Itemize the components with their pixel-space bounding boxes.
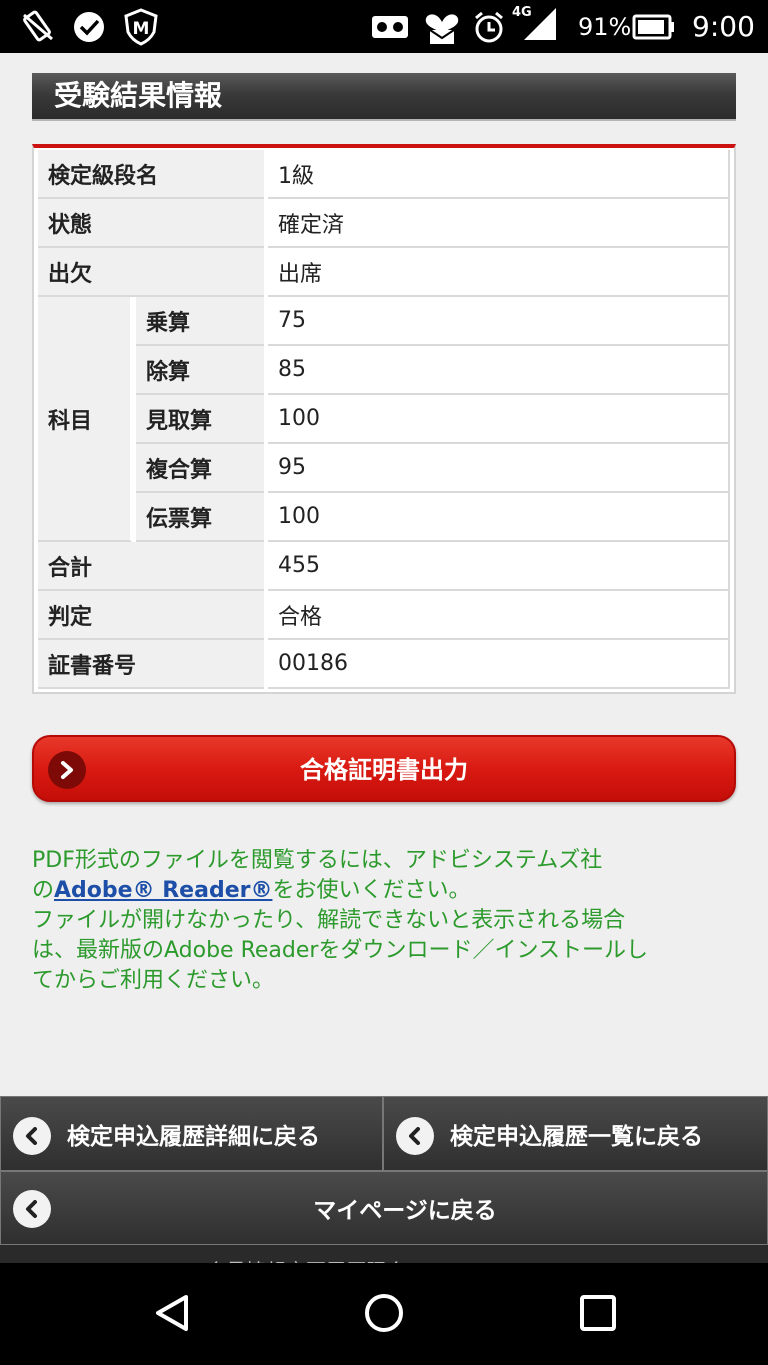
note-line-2-suffix: をお使いください。	[272, 878, 471, 903]
shield-m-icon: M	[122, 8, 160, 46]
signal-off-icon	[20, 8, 56, 46]
adobe-reader-note: PDF形式のファイルを閲覧するには、アドビシステムズ社 のAdobe® Read…	[32, 846, 738, 996]
subject-value-compound: 95	[268, 444, 730, 493]
subject-label-compound: 複合算	[136, 444, 264, 493]
recents-square-icon[interactable]	[576, 1291, 620, 1339]
row-label-attendance: 出欠	[38, 248, 264, 297]
subject-value-multiplication: 75	[268, 297, 730, 346]
back-to-list-button[interactable]: 検定申込履歴一覧に戻る	[383, 1096, 768, 1171]
subject-value-denpyo: 100	[268, 493, 730, 542]
note-line-1: PDF形式のファイルを閲覧するには、アドビシステムズ社	[32, 848, 603, 873]
back-to-mypage-button[interactable]: マイページに戻る	[0, 1171, 768, 1245]
heart-mail-icon	[422, 8, 462, 46]
battery-icon	[632, 8, 676, 46]
network-label: 4G	[512, 5, 532, 20]
subject-label-mitori: 見取算	[136, 395, 264, 444]
section-header: 受験結果情報	[32, 73, 736, 121]
row-value-status: 確定済	[268, 199, 730, 248]
row-label-grade: 検定級段名	[38, 150, 264, 199]
row-value-total: 455	[268, 542, 730, 591]
alarm-icon	[472, 8, 506, 46]
4g-signal-icon: 4G	[510, 4, 560, 42]
chevron-left-icon	[13, 1117, 51, 1155]
row-label-status: 状態	[38, 199, 264, 248]
subjects-label: 科目	[38, 297, 132, 542]
certificate-output-button[interactable]: 合格証明書出力	[32, 735, 736, 802]
note-line-2-prefix: の	[32, 878, 55, 903]
row-label-certificate-number: 証書番号	[38, 640, 264, 689]
row-value-attendance: 出席	[268, 248, 730, 297]
system-nav-bar	[0, 1263, 768, 1365]
cut-off-link-area: …会員情報変更履歴照会…	[0, 1245, 768, 1263]
note-line-3: ファイルが開けなかったり、解読できないと表示される場合	[32, 908, 626, 933]
note-line-5: てからご利用ください。	[32, 968, 275, 993]
check-circle-icon	[72, 8, 106, 46]
cut-off-link-text[interactable]: …会員情報変更履歴照会…	[186, 1255, 426, 1263]
clock: 9:00	[692, 10, 755, 43]
row-label-judgement: 判定	[38, 591, 264, 640]
row-value-grade: 1級	[268, 150, 730, 199]
status-bar: M 4G 91% 9:00	[0, 0, 768, 53]
subject-label-multiplication: 乗算	[136, 297, 264, 346]
subject-label-denpyo: 伝票算	[136, 493, 264, 542]
back-to-detail-label: 検定申込履歴詳細に戻る	[67, 1123, 320, 1150]
back-to-list-label: 検定申込履歴一覧に戻る	[450, 1123, 703, 1150]
home-circle-icon[interactable]	[362, 1291, 406, 1339]
page-title: 受験結果情報	[54, 79, 223, 112]
note-line-4: は、最新版のAdobe Readerをダウンロード／インストールし	[32, 938, 649, 963]
vr-icon	[370, 8, 410, 46]
adobe-reader-link[interactable]: Adobe® Reader®	[54, 878, 272, 903]
subject-label-division: 除算	[136, 346, 264, 395]
row-value-judgement: 合格	[268, 591, 730, 640]
battery-percent: 91%	[578, 12, 632, 41]
subject-value-division: 85	[268, 346, 730, 395]
certificate-output-label: 合格証明書出力	[300, 756, 468, 784]
row-value-certificate-number: 00186	[268, 640, 730, 689]
back-to-detail-button[interactable]: 検定申込履歴詳細に戻る	[0, 1096, 383, 1171]
row-label-total: 合計	[38, 542, 264, 591]
back-triangle-icon[interactable]	[150, 1291, 194, 1339]
back-to-mypage-label: マイページに戻る	[313, 1198, 497, 1224]
subject-value-mitori: 100	[268, 395, 730, 444]
chevron-left-icon	[396, 1117, 434, 1155]
svg-text:M: M	[133, 19, 150, 39]
result-table: 検定級段名 1級 状態 確定済 出欠 出席 科目 乗算 75 除算 85 見取算…	[32, 144, 736, 694]
note-line-2: のAdobe® Reader®をお使いください。	[32, 876, 738, 906]
